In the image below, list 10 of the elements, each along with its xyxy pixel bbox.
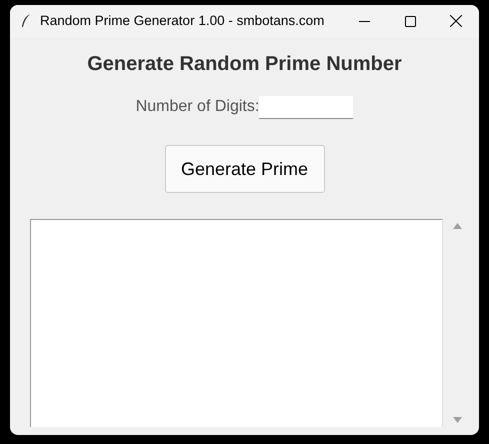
digits-field[interactable]	[259, 96, 354, 118]
scroll-down-icon[interactable]	[452, 417, 462, 423]
generate-button[interactable]: Generate Prime	[164, 145, 324, 193]
app-heading: Generate Random Prime Number	[87, 52, 402, 77]
close-icon	[450, 15, 462, 27]
maximize-icon	[404, 16, 416, 26]
field-label: Number of Digits:	[136, 97, 260, 117]
scroll-up-icon[interactable]	[452, 223, 462, 229]
window-title: Random Prime Generator 1.00 - smbotans.com	[40, 12, 326, 30]
feather-icon	[21, 14, 31, 28]
